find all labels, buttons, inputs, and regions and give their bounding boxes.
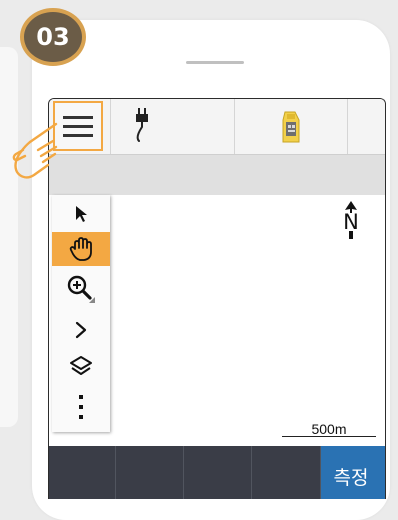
pan-tool[interactable] xyxy=(52,232,110,266)
step-number: 03 xyxy=(36,23,70,51)
north-label: N xyxy=(343,210,359,234)
measure-button[interactable]: 측정 xyxy=(321,446,385,499)
instrument-button[interactable] xyxy=(235,99,347,154)
layers-icon xyxy=(70,356,92,375)
more-tool[interactable] xyxy=(52,390,110,424)
select-tool[interactable] xyxy=(52,197,110,231)
select-arrow-icon xyxy=(76,206,87,222)
pan-hand-icon xyxy=(69,237,92,261)
top-toolbar xyxy=(49,99,385,155)
tap-hand-icon xyxy=(12,122,58,179)
power-status-button[interactable] xyxy=(111,99,173,154)
zoom-in-icon xyxy=(67,275,95,303)
more-vertical-icon xyxy=(79,395,83,419)
bottom-action-bar: 측정 xyxy=(49,446,385,499)
hamburger-menu-icon xyxy=(63,115,93,119)
step-badge: 03 xyxy=(20,8,86,66)
zoom-tool[interactable] xyxy=(52,272,110,306)
north-arrow: N xyxy=(341,201,361,239)
phone-speaker xyxy=(186,61,244,64)
map-tool-strip xyxy=(52,195,110,432)
power-plug-icon xyxy=(136,107,148,142)
scale-label: 500m xyxy=(311,421,347,437)
phone-frame: N 500m 측정 xyxy=(32,20,390,520)
app-screen: N 500m 측정 xyxy=(48,98,386,499)
background-card xyxy=(0,47,18,427)
status-bar xyxy=(49,155,385,195)
scale-bar: 500m xyxy=(282,421,376,437)
expand-tool[interactable] xyxy=(52,313,110,347)
layers-tool[interactable] xyxy=(52,349,110,383)
instrument-icon xyxy=(282,111,300,142)
expand-chevron-icon xyxy=(75,321,87,339)
